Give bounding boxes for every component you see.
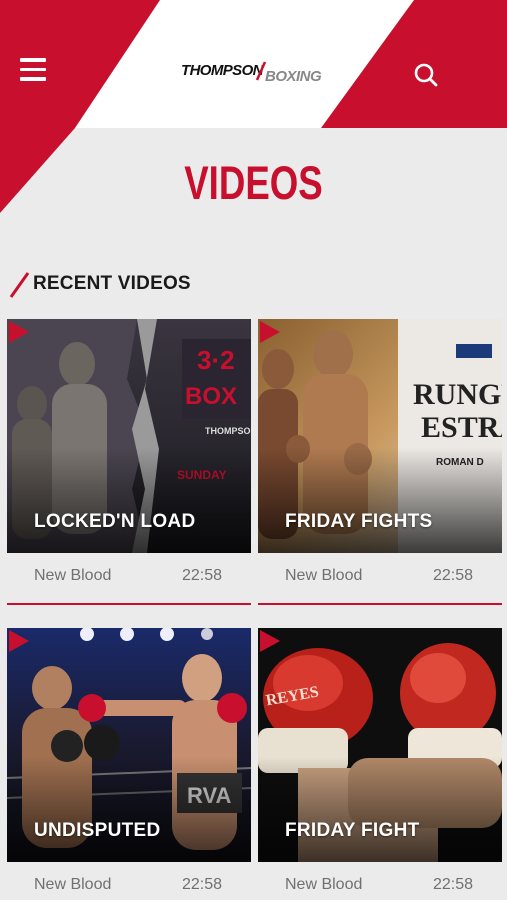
logo-text-thompson: THOMPSON	[181, 62, 263, 79]
search-button[interactable]	[410, 60, 442, 92]
play-icon[interactable]	[7, 319, 31, 345]
video-category: New Blood	[34, 567, 112, 584]
video-title: FRIDAY FIGHTS	[285, 511, 433, 532]
video-category: New Blood	[285, 567, 363, 584]
play-icon[interactable]	[258, 319, 282, 345]
section-title: RECENT VIDEOS	[33, 273, 191, 294]
video-title: LOCKED'N LOAD	[34, 511, 196, 532]
video-category: New Blood	[34, 876, 112, 893]
play-icon[interactable]	[7, 628, 31, 654]
video-thumbnail[interactable]: REYES FRIDAY FIGHT	[258, 628, 502, 862]
card-underline	[7, 603, 251, 605]
video-meta: New Blood 22:58	[7, 553, 251, 603]
video-thumbnail[interactable]: 3·2 BOX THOMPSON SUNDAY LOCKED'N LOAD	[7, 319, 251, 553]
logo-text-boxing: BOXING	[265, 68, 322, 85]
video-meta: New Blood 22:58	[258, 862, 502, 900]
app-header: THOMPSON BOXING	[0, 0, 507, 128]
thompson-boxing-logo[interactable]: THOMPSON BOXING	[181, 60, 331, 90]
video-duration: 22:58	[432, 567, 473, 584]
video-duration: 22:58	[181, 876, 222, 893]
search-icon	[414, 63, 438, 87]
section-slash-icon	[9, 272, 30, 298]
video-category: New Blood	[285, 876, 363, 893]
video-title: FRIDAY FIGHT	[285, 820, 420, 841]
video-thumbnail[interactable]: RVA UNDISPUTED	[7, 628, 251, 862]
video-title: UNDISPUTED	[34, 820, 161, 841]
card-underline	[258, 603, 502, 605]
page-title: VIDEOS	[184, 156, 323, 209]
video-meta: New Blood 22:58	[7, 862, 251, 900]
video-thumbnail[interactable]: RUNGV ESTRA ROMAN D FRIDAY FIGHTS	[258, 319, 502, 553]
video-duration: 22:58	[432, 876, 473, 893]
video-meta: New Blood 22:58	[258, 553, 502, 603]
play-icon[interactable]	[258, 628, 282, 654]
video-duration: 22:58	[181, 567, 222, 584]
menu-button[interactable]	[18, 58, 52, 90]
